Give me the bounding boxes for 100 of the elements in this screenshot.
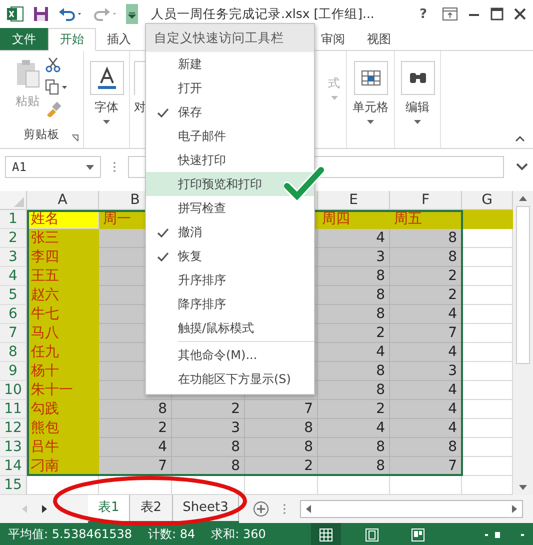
table-cell: 2 [318,324,390,343]
table-cell: 张三 [27,229,99,248]
table-cell: 李四 [27,248,99,267]
menu-item[interactable]: 电子邮件 [146,124,314,148]
sheet-tab[interactable]: Sheet3 [172,495,240,521]
ribbon-button[interactable]: 对 [132,57,148,120]
table-cell: 赵六 [27,286,99,305]
name-box[interactable]: A1 [5,156,101,178]
column-header[interactable]: A [27,191,99,210]
menu-item[interactable]: 升序排序 [146,268,314,292]
scroll-left-icon[interactable] [304,504,312,514]
row-header[interactable]: 13 [0,438,27,457]
menu-item[interactable]: 恢复 [146,244,314,268]
close-icon[interactable] [513,7,527,21]
menu-item[interactable]: 触摸/鼠标模式 [146,316,314,340]
row-header[interactable]: 5 [0,286,27,305]
menu-item[interactable]: 打开 [146,76,314,100]
row-header[interactable]: 7 [0,324,27,343]
page-icon [365,528,379,542]
window-title: 人员一周任务完成记录.xlsx [工作组]... [151,6,376,22]
ribbon-display-icon[interactable] [442,7,458,21]
binoculars-icon [400,61,434,95]
sheet-tab[interactable]: 表2 [130,495,173,521]
table-cell: 2 [318,400,390,419]
table-cell: 4 [318,419,390,438]
table-cell: 吕牛 [27,438,99,457]
row-header[interactable]: 10 [0,381,27,400]
ribbon-tab[interactable]: 视图 [356,28,402,50]
table-cell: 7 [390,324,462,343]
table-cell: 王五 [27,267,99,286]
dialog-launcher-icon[interactable] [71,134,79,142]
menu-item[interactable]: 其他命令(M)... [146,343,314,367]
ribbon-button[interactable]: 字体 [88,57,126,128]
drag-handle-icon[interactable] [113,161,116,173]
help-button[interactable]: ? [419,6,427,22]
column-header[interactable]: E [318,191,390,210]
expand-icon[interactable] [516,163,528,171]
caret-icon [414,120,421,124]
ribbon-tab[interactable]: 插入 [96,28,142,50]
row-header[interactable]: 8 [0,343,27,362]
table-cell: 4 [390,305,462,324]
grid-icon [319,528,333,542]
table-cell: 8 [172,438,245,457]
row-header[interactable]: 6 [0,305,27,324]
copy-icon[interactable] [44,79,68,95]
table-cell: 8 [390,229,462,248]
menu-item[interactable]: 打印预览和打印 [146,172,314,196]
view-button[interactable] [311,523,341,545]
page-break-icon [411,528,425,542]
sheet-tab[interactable]: 表1 [88,495,130,521]
table-cell: 2 [390,267,462,286]
scroll-up-icon[interactable] [518,194,528,202]
table-cell: 8 [245,419,318,438]
menu-item[interactable]: 保存 [146,100,314,124]
row-header[interactable]: 2 [0,229,27,248]
undo-icon[interactable] [58,6,84,22]
table-cell: 3 [318,248,390,267]
row-header[interactable]: 14 [0,457,27,476]
menu-item[interactable]: 在功能区下方显示(S) [146,367,314,391]
collapse-ribbon-icon[interactable] [515,136,525,142]
save-icon[interactable] [33,6,49,22]
column-header[interactable]: G [462,191,513,210]
column-header[interactable]: F [390,191,462,210]
menu-item[interactable]: 新建 [146,52,314,76]
ribbon-button[interactable]: 单元格 [350,57,390,128]
caret-icon [367,120,374,124]
table-cell: 8 [318,381,390,400]
add-sheet-icon[interactable] [253,501,270,517]
scroll-right-icon[interactable] [511,504,519,514]
menu-item[interactable]: 快速打印 [146,148,314,172]
table-cell: 4 [318,229,390,248]
ribbon-button[interactable]: 编辑 [398,57,436,128]
drag-handle-icon[interactable] [283,503,286,515]
horizontal-scrollbar[interactable] [300,500,523,518]
vertical-scrollbar[interactable] [513,191,533,495]
menu-item[interactable]: 降序排序 [146,292,314,316]
scroll-down-icon[interactable] [518,484,528,492]
group-label: 剪贴板 [24,127,60,142]
table-cell: 8 [390,438,462,457]
table-cell: 8 [245,438,318,457]
zoom-slider-icon[interactable] [485,530,525,538]
row-header[interactable]: 3 [0,248,27,267]
table-cell: 8 [318,362,390,381]
row-header[interactable]: 15 [0,476,27,495]
ribbon-tab[interactable]: 文件 [0,28,48,50]
row-header[interactable]: 11 [0,400,27,419]
table-cell: 4 [99,438,172,457]
table-cell: 8 [318,305,390,324]
ribbon-tab[interactable]: 开始 [48,28,96,51]
scissors-icon[interactable] [44,57,60,73]
caret-icon [330,96,338,100]
maximize-icon[interactable] [490,7,504,21]
next-sheet-icon[interactable] [42,505,48,513]
row-header[interactable]: 4 [0,267,27,286]
row-header[interactable]: 9 [0,362,27,381]
table-cell: 任九 [27,343,99,362]
row-header[interactable]: 12 [0,419,27,438]
row-header[interactable]: 1 [0,210,27,229]
customize-dropdown-icon[interactable] [126,4,138,24]
table-cell: 熊包 [27,419,99,438]
